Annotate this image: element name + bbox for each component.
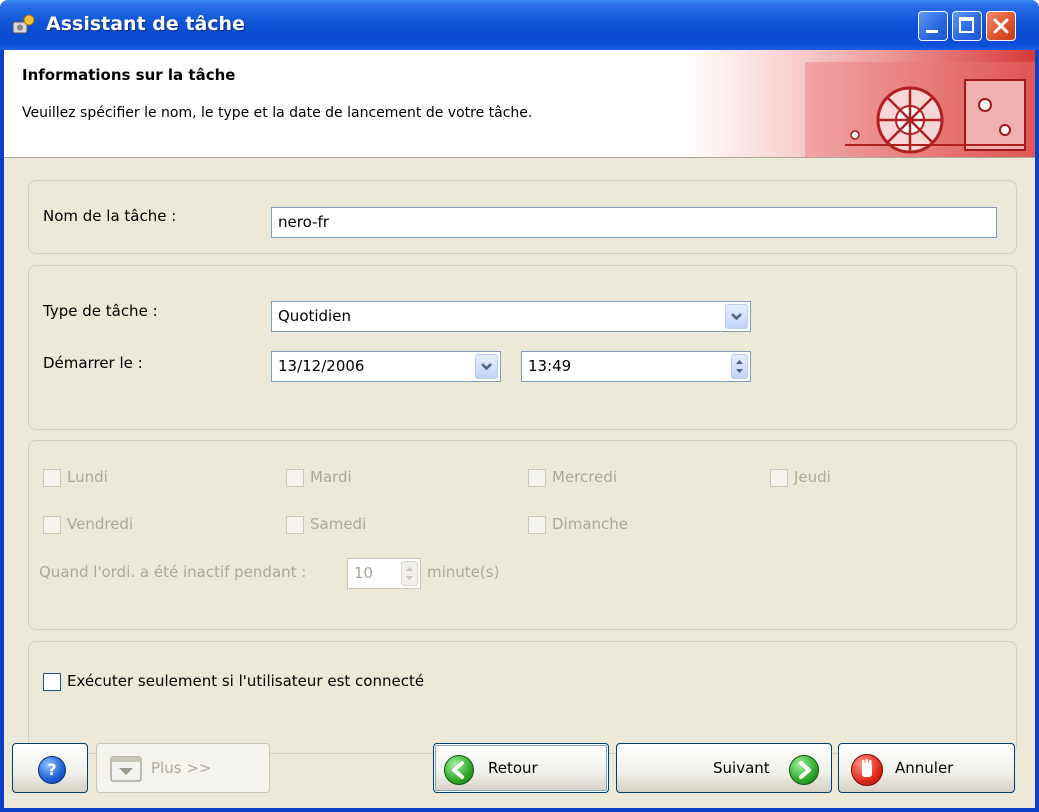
friday-checkbox[interactable]	[43, 516, 61, 534]
expand-panel-icon	[110, 756, 142, 782]
close-icon	[993, 18, 1009, 34]
task-name-label: Nom de la tâche :	[43, 207, 177, 225]
task-type-label: Type de tâche :	[43, 302, 158, 320]
close-button[interactable]	[986, 11, 1016, 41]
tuesday-label: Mardi	[310, 468, 352, 486]
spin-up-down-icon	[736, 360, 743, 373]
chevron-down-icon	[731, 313, 742, 321]
back-button-label: Retour	[488, 759, 538, 777]
window-title: Assistant de tâche	[46, 13, 245, 35]
task-name-input[interactable]: nero-fr	[271, 207, 997, 238]
task-name-group: Nom de la tâche : nero-fr	[28, 180, 1017, 254]
friday-label: Vendredi	[67, 515, 134, 533]
start-date-picker[interactable]: 13/12/2006	[271, 351, 501, 382]
idle-unit-label: minute(s)	[427, 563, 500, 581]
more-button[interactable]: Plus >>	[96, 743, 270, 793]
help-icon: ?	[38, 756, 66, 784]
start-time-spin-buttons[interactable]	[731, 354, 748, 379]
next-arrow-icon	[789, 755, 819, 785]
saturday-checkbox[interactable]	[286, 516, 304, 534]
next-button-label: Suivant	[713, 759, 770, 777]
idle-label: Quand l'ordi. a été inactif pendant :	[39, 563, 307, 581]
back-button[interactable]: Retour	[433, 743, 609, 793]
sunday-label: Dimanche	[552, 515, 629, 533]
idle-minutes-spinner[interactable]: 10	[347, 558, 421, 589]
start-time-spinner[interactable]: 13:49	[521, 351, 751, 382]
start-time-value: 13:49	[528, 357, 572, 375]
start-date-value: 13/12/2006	[278, 357, 365, 375]
help-glyph: ?	[47, 760, 57, 779]
weekdays-group: Lundi Mardi Mercredi Jeudi Vendredi Same…	[28, 440, 1017, 630]
task-type-group: Type de tâche : Quotidien Démarrer le : …	[28, 265, 1017, 430]
back-arrow-icon	[444, 755, 474, 785]
idle-minutes-value: 10	[354, 564, 374, 582]
title-bar[interactable]: Assistant de tâche	[0, 0, 1039, 50]
cancel-button[interactable]: Annuler	[838, 743, 1015, 793]
monday-label: Lundi	[67, 468, 108, 486]
chevron-down-icon	[481, 363, 492, 371]
tuesday-checkbox[interactable]	[286, 469, 304, 487]
help-button[interactable]: ?	[12, 743, 88, 793]
run-if-logged-on-checkbox[interactable]	[43, 673, 61, 691]
saturday-label: Samedi	[310, 515, 367, 533]
cancel-button-label: Annuler	[895, 759, 954, 777]
options-group: Exécuter seulement si l'utilisateur est …	[28, 641, 1017, 754]
idle-minutes-spin-buttons[interactable]	[401, 561, 418, 586]
header-title: Informations sur la tâche	[22, 66, 236, 84]
window-client-area: Informations sur la tâche Veuillez spéci…	[4, 50, 1035, 808]
app-icon	[12, 14, 35, 34]
thursday-label: Jeudi	[794, 468, 831, 486]
run-if-logged-on-label: Exécuter seulement si l'utilisateur est …	[67, 672, 425, 690]
minimize-icon	[926, 30, 938, 33]
minimize-button[interactable]	[918, 11, 948, 41]
next-button[interactable]: Suivant	[616, 743, 832, 793]
wednesday-label: Mercredi	[552, 468, 618, 486]
vault-door-banner-image	[685, 50, 1035, 157]
start-date-dropdown-button[interactable]	[475, 354, 498, 379]
spin-up-down-icon	[406, 567, 413, 580]
task-type-value: Quotidien	[278, 307, 351, 325]
sunday-checkbox[interactable]	[528, 516, 546, 534]
maximize-icon	[959, 17, 974, 33]
monday-checkbox[interactable]	[43, 469, 61, 487]
header-description: Veuillez spécifier le nom, le type et la…	[22, 105, 533, 121]
wizard-header: Informations sur la tâche Veuillez spéci…	[4, 50, 1035, 158]
thursday-checkbox[interactable]	[770, 469, 788, 487]
stop-hand-icon	[851, 754, 883, 786]
wednesday-checkbox[interactable]	[528, 469, 546, 487]
task-type-dropdown-button[interactable]	[725, 304, 748, 329]
start-label: Démarrer le :	[43, 354, 143, 372]
more-button-label: Plus >>	[151, 759, 212, 777]
task-type-select[interactable]: Quotidien	[271, 301, 751, 332]
maximize-button[interactable]	[952, 11, 982, 41]
task-wizard-window: Assistant de tâche Informations sur la t…	[0, 0, 1039, 812]
